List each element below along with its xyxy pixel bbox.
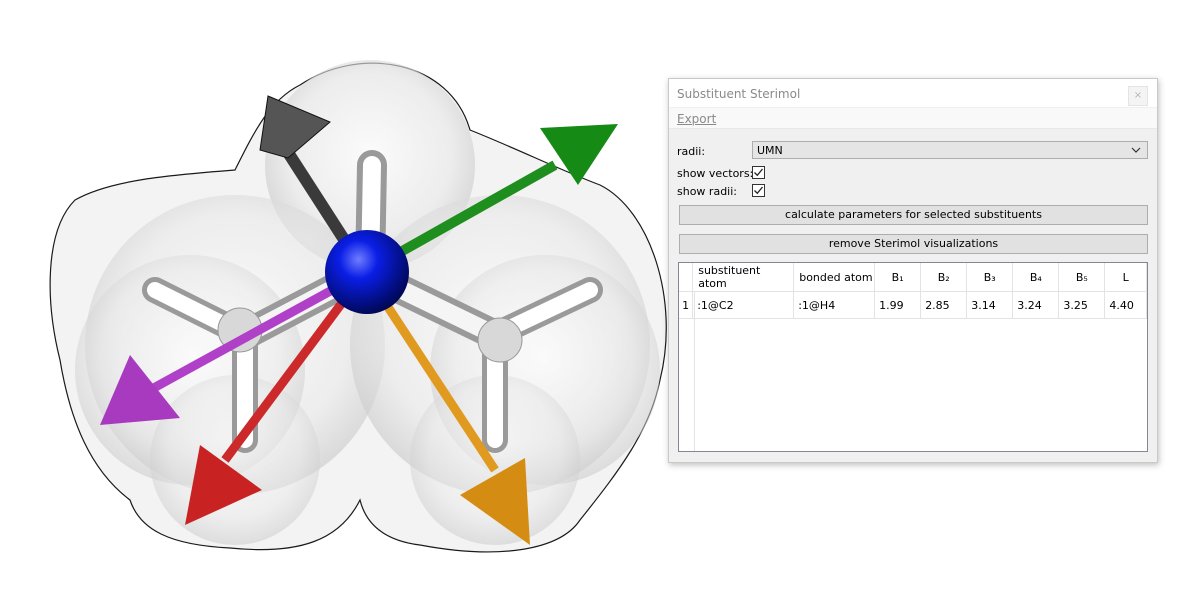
col-b2[interactable]: B₂: [920, 263, 968, 292]
show-radii-checkbox[interactable]: [752, 184, 765, 197]
sterimol-dialog: Substituent Sterimol × Export radii: UMN…: [668, 78, 1158, 463]
cell-substituent-atom[interactable]: :1@C2: [692, 291, 795, 319]
col-b4[interactable]: B₄: [1012, 263, 1060, 292]
central-atom: [325, 230, 409, 314]
cell-l[interactable]: 4.40: [1104, 291, 1147, 319]
menu-export[interactable]: Export: [677, 112, 716, 126]
chevron-down-icon: [1131, 147, 1141, 153]
cell-b2[interactable]: 2.85: [920, 291, 968, 319]
row-index: 1: [679, 291, 694, 319]
col-b5[interactable]: B₅: [1058, 263, 1106, 292]
cell-b3[interactable]: 3.14: [966, 291, 1014, 319]
cell-bonded-atom[interactable]: :1@H4: [793, 291, 876, 319]
show-vectors-label: show vectors:: [677, 167, 754, 180]
radii-label: radii:: [677, 145, 706, 158]
cell-b5[interactable]: 3.25: [1058, 291, 1106, 319]
corner-cell: [679, 263, 694, 292]
col-substituent-atom[interactable]: substituent atom: [692, 263, 795, 292]
results-grid: substituent atom bonded atom B₁ B₂ B₃ B₄…: [679, 263, 1147, 319]
checkmark-icon: [754, 168, 764, 177]
checkmark-icon: [754, 186, 764, 195]
close-button[interactable]: ×: [1128, 86, 1148, 106]
calculate-button[interactable]: calculate parameters for selected substi…: [679, 205, 1148, 225]
radii-select-value: UMN: [757, 144, 783, 157]
cell-b4[interactable]: 3.24: [1012, 291, 1060, 319]
show-vectors-checkbox[interactable]: [752, 166, 765, 179]
dialog-title: Substituent Sterimol: [677, 87, 801, 101]
radii-select[interactable]: UMN: [752, 141, 1148, 159]
cell-b1[interactable]: 1.99: [874, 291, 922, 319]
table-header-row: substituent atom bonded atom B₁ B₂ B₃ B₄…: [679, 263, 1147, 292]
col-b1[interactable]: B₁: [874, 263, 922, 292]
show-radii-label: show radii:: [677, 185, 737, 198]
dialog-titlebar[interactable]: Substituent Sterimol ×: [669, 79, 1157, 107]
menu-bar: Export: [669, 108, 1157, 129]
remove-visualizations-button[interactable]: remove Sterimol visualizations: [679, 234, 1148, 254]
results-table[interactable]: substituent atom bonded atom B₁ B₂ B₃ B₄…: [678, 262, 1148, 452]
col-b3[interactable]: B₃: [966, 263, 1014, 292]
table-row[interactable]: 1 :1@C2 :1@H4 1.99 2.85 3.14 3.24 3.25 4…: [679, 291, 1147, 319]
col-bonded-atom[interactable]: bonded atom: [793, 263, 876, 292]
col-l[interactable]: L: [1104, 263, 1147, 292]
